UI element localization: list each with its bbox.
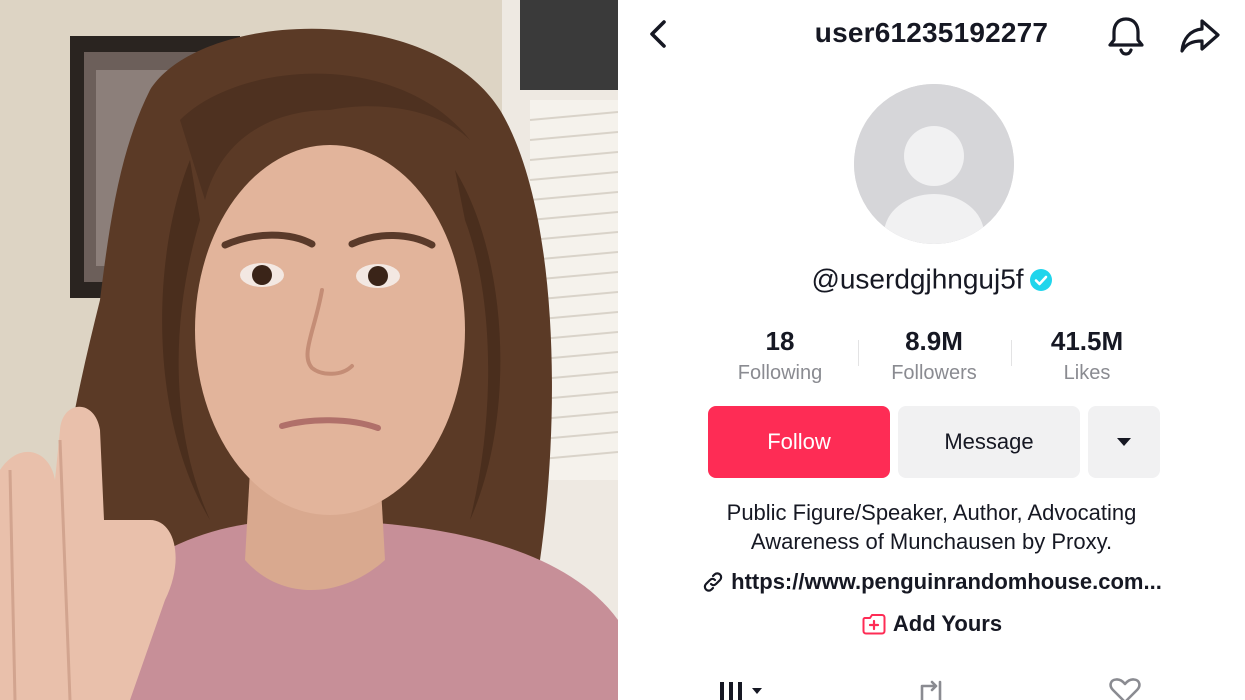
- link-icon: [703, 572, 723, 592]
- caret-down-icon: [1117, 438, 1131, 446]
- add-yours-button[interactable]: Add Yours: [618, 610, 1245, 637]
- share-arrow-icon: [1180, 19, 1220, 53]
- link-text: https://www.penguinrandomhouse.com...: [731, 569, 1162, 595]
- notifications-button[interactable]: [1106, 14, 1146, 56]
- tab-reposts[interactable]: [916, 678, 946, 700]
- stat-following[interactable]: 18 Following: [705, 322, 855, 386]
- content-tabs: [618, 668, 1245, 700]
- more-options-button[interactable]: [1088, 406, 1160, 478]
- stat-divider: [858, 340, 859, 366]
- profile-link[interactable]: https://www.penguinrandomhouse.com...: [618, 568, 1245, 595]
- stat-divider: [1011, 340, 1012, 366]
- add-yours-icon: [862, 614, 886, 635]
- stat-label: Following: [737, 362, 823, 384]
- repost-icon: [920, 680, 942, 700]
- bio-line: Public Figure/Speaker, Author, Advocatin…: [726, 500, 1137, 525]
- stat-label: Followers: [891, 362, 977, 384]
- default-avatar-icon: [854, 84, 1014, 244]
- add-yours-label: Add Yours: [892, 611, 1003, 637]
- stat-label: Likes: [1063, 362, 1111, 384]
- share-button[interactable]: [1178, 14, 1222, 56]
- stat-value: 41.5M: [1050, 326, 1124, 356]
- verified-badge-icon: [1029, 268, 1052, 291]
- stat-value: 8.9M: [905, 326, 963, 356]
- page-title: user61235192277: [814, 17, 1049, 48]
- message-button[interactable]: Message: [898, 406, 1080, 478]
- profile-panel: user61235192277 @userdgjhnguj5f 18 Follo…: [618, 0, 1245, 700]
- profile-bio: Public Figure/Speaker, Author, Advocatin…: [618, 498, 1245, 556]
- video-frame: [0, 0, 618, 700]
- tab-videos-grid[interactable]: [718, 678, 768, 700]
- follow-button[interactable]: Follow: [708, 406, 890, 478]
- grid-icon: [720, 682, 762, 700]
- bio-line: Awareness of Munchausen by Proxy.: [750, 529, 1113, 554]
- handle-row: @userdgjhnguj5f: [618, 262, 1245, 296]
- stat-likes[interactable]: 41.5M Likes: [1012, 322, 1162, 386]
- stats-row: 18 Following 8.9M Followers 41.5M Likes: [618, 322, 1245, 392]
- tab-liked[interactable]: [1108, 678, 1142, 700]
- person-photo: [0, 0, 618, 700]
- top-bar: user61235192277: [618, 0, 1245, 70]
- avatar[interactable]: [854, 84, 1014, 244]
- heart-icon: [1109, 678, 1141, 700]
- bell-icon: [1108, 17, 1144, 56]
- stat-value: 18: [765, 326, 795, 356]
- profile-handle: @userdgjhnguj5f: [811, 263, 1024, 295]
- stat-followers[interactable]: 8.9M Followers: [859, 322, 1009, 386]
